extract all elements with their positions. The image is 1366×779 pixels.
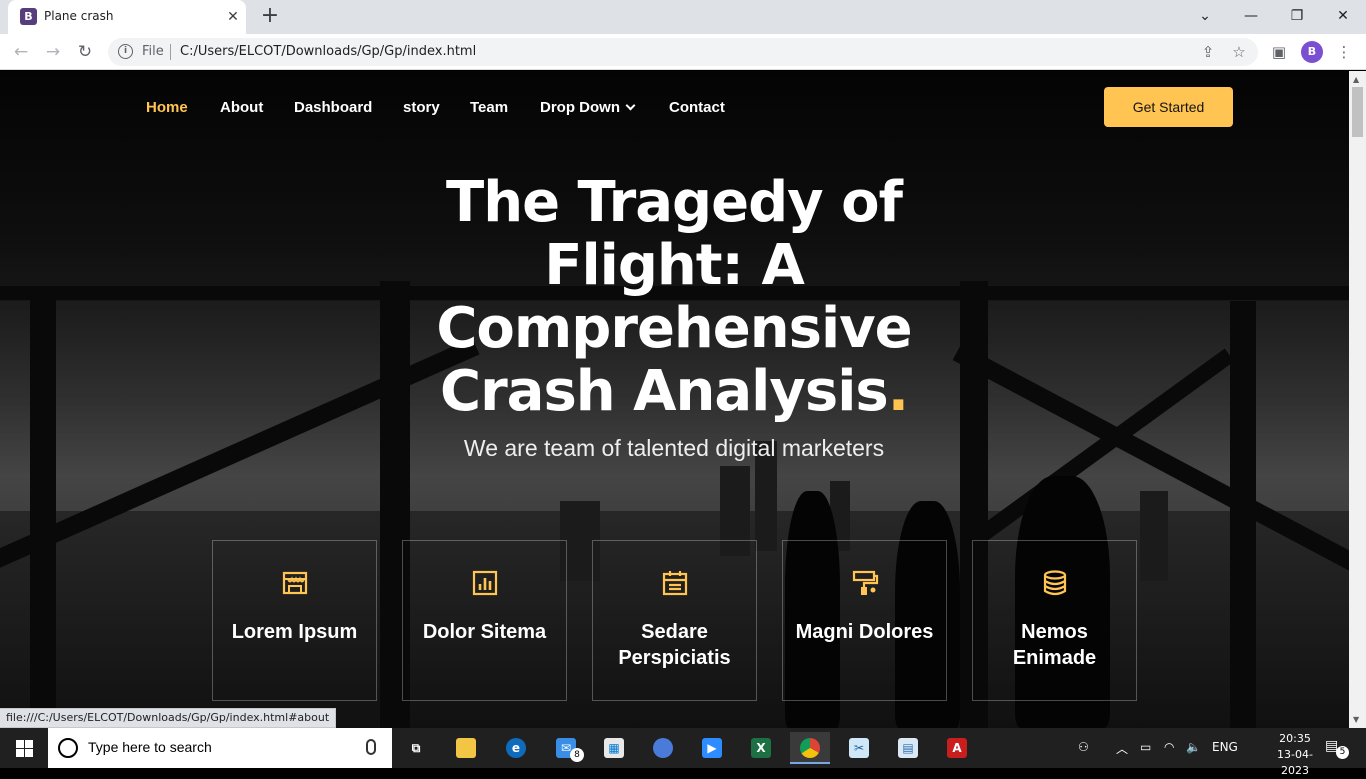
minimize-icon[interactable]: — [1236, 3, 1266, 29]
nav-team[interactable]: Team [470, 99, 508, 116]
reload-icon[interactable]: ↻ [72, 39, 98, 65]
close-window-icon[interactable]: ✕ [1328, 3, 1358, 29]
hero-subtitle: We are team of talented digital marketer… [463, 435, 885, 461]
edge-browser-icon[interactable]: e [496, 732, 536, 764]
hero-title-dot: . [887, 359, 909, 424]
feature-label: Sedare Perspiciatis [618, 621, 731, 669]
hero-title-line: The Tragedy of [446, 170, 903, 235]
file-explorer-icon[interactable] [446, 732, 486, 764]
excel-icon[interactable]: X [741, 732, 781, 764]
nav-dropdown[interactable]: Drop Down [540, 99, 636, 116]
address-scheme-label: File [142, 44, 164, 59]
profile-avatar[interactable]: B [1301, 41, 1323, 63]
address-divider [170, 44, 171, 60]
page-viewport: Home About Dashboard story Team Drop Dow… [0, 71, 1349, 728]
more-menu-icon[interactable]: ⋮ [1332, 40, 1356, 64]
clock-time: 20:35 [1279, 732, 1311, 745]
clock-date: 13-04-2023 [1277, 748, 1313, 777]
back-arrow-icon[interactable]: ← [8, 39, 34, 65]
volume-icon[interactable]: 🔈 [1186, 740, 1201, 754]
nav-story[interactable]: story [403, 99, 440, 116]
battery-icon[interactable]: ▭ [1140, 740, 1151, 754]
restore-icon[interactable]: ❐ [1282, 3, 1312, 29]
status-bar-url: file:///C:/Users/ELCOT/Downloads/Gp/Gp/i… [0, 708, 337, 728]
store-icon [282, 571, 308, 595]
nav-home[interactable]: Home [146, 99, 188, 116]
feature-label: Nemos Enimade [1012, 621, 1097, 669]
browser-toolbar: ← → ↻ i File C:/Users/ELCOT/Downloads/Gp… [0, 34, 1366, 70]
page-scrollbar[interactable]: ▲ ▼ [1349, 71, 1366, 728]
bookmark-star-icon[interactable]: ☆ [1229, 42, 1249, 62]
hero-title: The Tragedy of Flight: A Comprehensive C… [374, 171, 974, 423]
tab-title: Plane crash [44, 9, 114, 23]
task-view-icon[interactable]: ⧉ [396, 732, 436, 764]
nav-contact[interactable]: Contact [669, 99, 725, 116]
nav-about[interactable]: About [220, 99, 263, 116]
new-tab-icon[interactable]: + [258, 5, 282, 29]
microsoft-store-icon[interactable]: ▦ [594, 732, 634, 764]
feature-box[interactable]: Nemos Enimade [972, 540, 1137, 701]
close-tab-icon[interactable]: ✕ [224, 8, 242, 26]
address-url[interactable]: C:/Users/ELCOT/Downloads/Gp/Gp/index.htm… [180, 44, 476, 59]
feature-label: Lorem Ipsum [231, 621, 358, 643]
browser-tab-strip: B Plane crash ✕ + ⌄ — ❐ ✕ [0, 0, 1366, 34]
nav-dropdown-label: Drop Down [540, 99, 620, 116]
hero-title-line: Crash Analysis [439, 359, 889, 424]
zoom-icon[interactable]: ▶ [692, 732, 732, 764]
nav-dashboard[interactable]: Dashboard [294, 99, 372, 116]
address-bar[interactable]: i File C:/Users/ELCOT/Downloads/Gp/Gp/in… [108, 38, 1258, 66]
microphone-icon[interactable] [366, 739, 376, 755]
feature-box[interactable]: Lorem Ipsum [212, 540, 377, 701]
scroll-down-arrow-icon[interactable]: ▼ [1353, 715, 1359, 724]
wifi-icon[interactable]: ◠ [1164, 740, 1174, 754]
feature-label: Magni Dolores [795, 621, 934, 643]
windows-taskbar: Type here to search ⧉ e ✉ 8 ▦ ▶ X ✂ ▤ A … [0, 728, 1366, 777]
feature-box[interactable]: Sedare Perspiciatis [592, 540, 757, 701]
taskbar-search-placeholder: Type here to search [88, 739, 212, 755]
scroll-up-arrow-icon[interactable]: ▲ [1353, 75, 1359, 84]
tray-chevron-up-icon[interactable]: ︿ [1116, 740, 1128, 757]
chevron-down-icon [625, 100, 636, 111]
windows-start-button[interactable] [0, 728, 48, 768]
feature-box[interactable]: Dolor Sitema [402, 540, 567, 701]
forward-arrow-icon[interactable]: → [40, 39, 66, 65]
acrobat-reader-icon[interactable]: A [937, 732, 977, 764]
hero-title-line: Comprehensive [436, 296, 912, 361]
cortana-icon [58, 738, 78, 758]
paint-roller-icon [852, 570, 879, 595]
get-started-button[interactable]: Get Started [1104, 87, 1233, 127]
chrome-icon[interactable] [790, 732, 830, 764]
taskbar-search-box[interactable]: Type here to search [48, 728, 392, 768]
tab-search-chevron-icon[interactable]: ⌄ [1190, 3, 1220, 29]
taskbar-clock[interactable]: 20:35 13-04-2023 [1265, 731, 1325, 779]
notification-count-badge: 5 [1336, 746, 1349, 759]
chromium-icon[interactable] [643, 732, 683, 764]
share-icon[interactable]: ⇪ [1198, 42, 1218, 62]
mail-badge: 8 [570, 748, 584, 762]
people-icon[interactable]: ⚇ [1078, 740, 1089, 754]
side-panel-icon[interactable]: ▣ [1267, 40, 1291, 64]
snipping-tool-icon[interactable]: ✂ [839, 732, 879, 764]
site-info-icon[interactable]: i [118, 44, 133, 59]
bootstrap-favicon-icon: B [20, 8, 37, 25]
browser-tab[interactable]: B Plane crash ✕ [8, 0, 246, 34]
hero-title-line: Flight: A [544, 233, 805, 298]
photos-icon[interactable]: ▤ [888, 732, 928, 764]
scroll-thumb[interactable] [1352, 87, 1363, 137]
bar-chart-icon [472, 570, 498, 596]
language-indicator[interactable]: ENG [1212, 740, 1238, 754]
calendar-icon [662, 571, 688, 596]
mail-icon[interactable]: ✉ 8 [546, 732, 586, 764]
feature-box[interactable]: Magni Dolores [782, 540, 947, 701]
database-icon [1043, 570, 1067, 596]
feature-label: Dolor Sitema [422, 621, 547, 643]
